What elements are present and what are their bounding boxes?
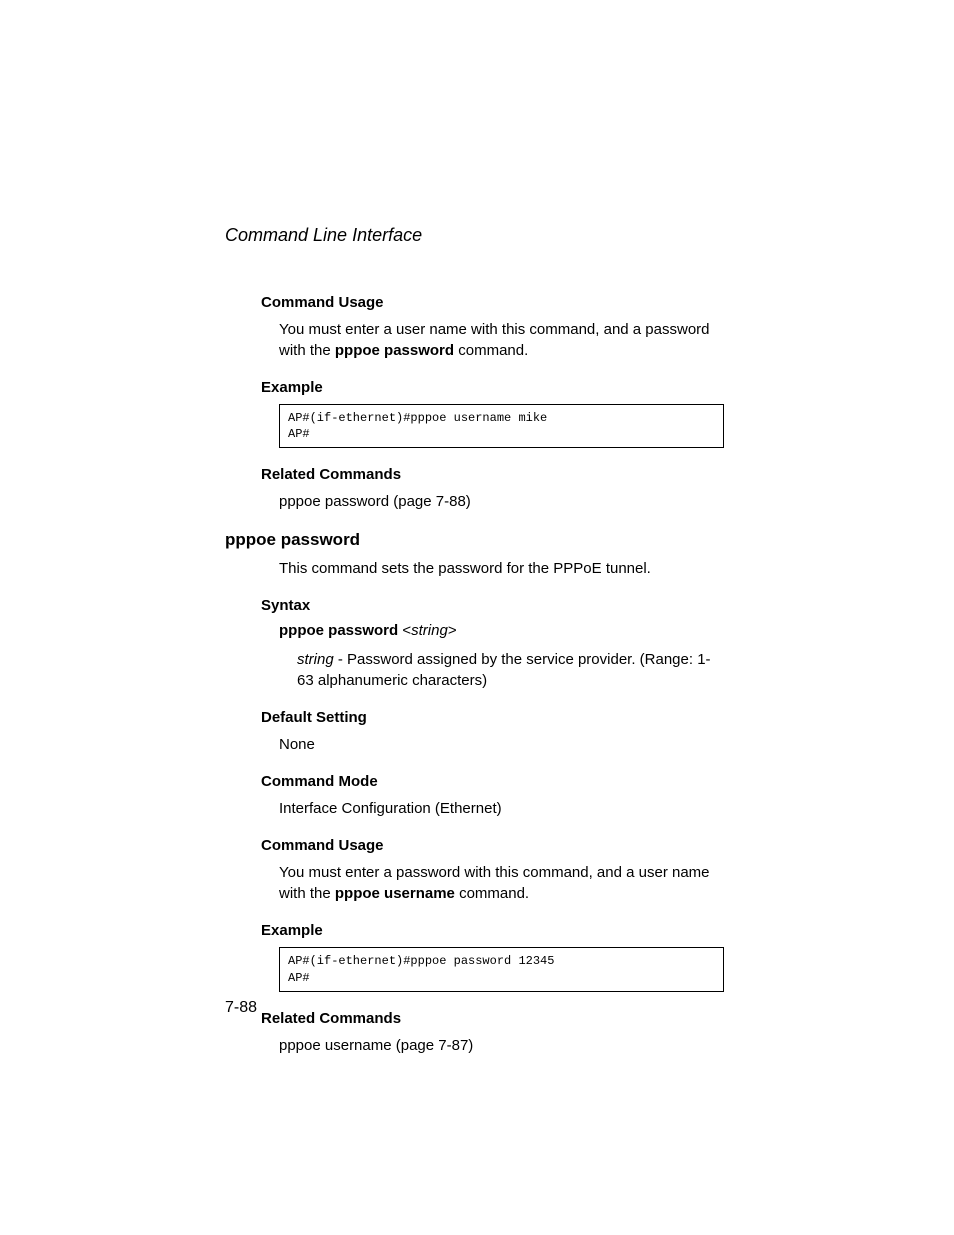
document-page: Command Line Interface Command Usage You… xyxy=(0,0,954,1056)
command-usage-text-2: You must enter a password with this comm… xyxy=(279,862,724,904)
text-post: command. xyxy=(454,342,528,359)
default-setting-value: None xyxy=(279,734,724,755)
param-name: string xyxy=(297,651,334,668)
command-usage-heading-2: Command Usage xyxy=(261,837,724,854)
syntax-open: < xyxy=(398,622,411,639)
related-commands-heading: Related Commands xyxy=(261,466,724,483)
example-code-box: AP#(if-ethernet)#pppoe username mike AP# xyxy=(279,404,724,448)
syntax-line: pppoe password <string> xyxy=(279,622,724,639)
command-title: pppoe password xyxy=(225,530,724,550)
related-commands-text-2: pppoe username (page 7-87) xyxy=(279,1035,724,1056)
syntax-close: > xyxy=(448,622,457,639)
command-intro: This command sets the password for the P… xyxy=(279,558,724,579)
example-heading: Example xyxy=(261,379,724,396)
syntax-heading: Syntax xyxy=(261,597,724,614)
command-mode-heading: Command Mode xyxy=(261,773,724,790)
example-heading-2: Example xyxy=(261,922,724,939)
command-mode-value: Interface Configuration (Ethernet) xyxy=(279,798,724,819)
example-code-box-2: AP#(if-ethernet)#pppoe password 12345 AP… xyxy=(279,947,724,991)
default-setting-heading: Default Setting xyxy=(261,709,724,726)
command-usage-text: You must enter a user name with this com… xyxy=(279,319,724,361)
text-post-2: command. xyxy=(455,885,529,902)
syntax-param: string xyxy=(411,622,448,639)
text-bold: pppoe password xyxy=(335,342,454,359)
chapter-title: Command Line Interface xyxy=(225,225,724,246)
command-usage-heading: Command Usage xyxy=(261,294,724,311)
text-bold-2: pppoe username xyxy=(335,885,455,902)
page-number: 7-88 xyxy=(225,999,257,1017)
related-commands-heading-2: Related Commands xyxy=(261,1010,724,1027)
related-commands-text: pppoe password (page 7-88) xyxy=(279,491,724,512)
syntax-cmd: pppoe password xyxy=(279,622,398,639)
param-text: - Password assigned by the service provi… xyxy=(297,651,711,689)
param-description: string - Password assigned by the servic… xyxy=(297,649,724,691)
